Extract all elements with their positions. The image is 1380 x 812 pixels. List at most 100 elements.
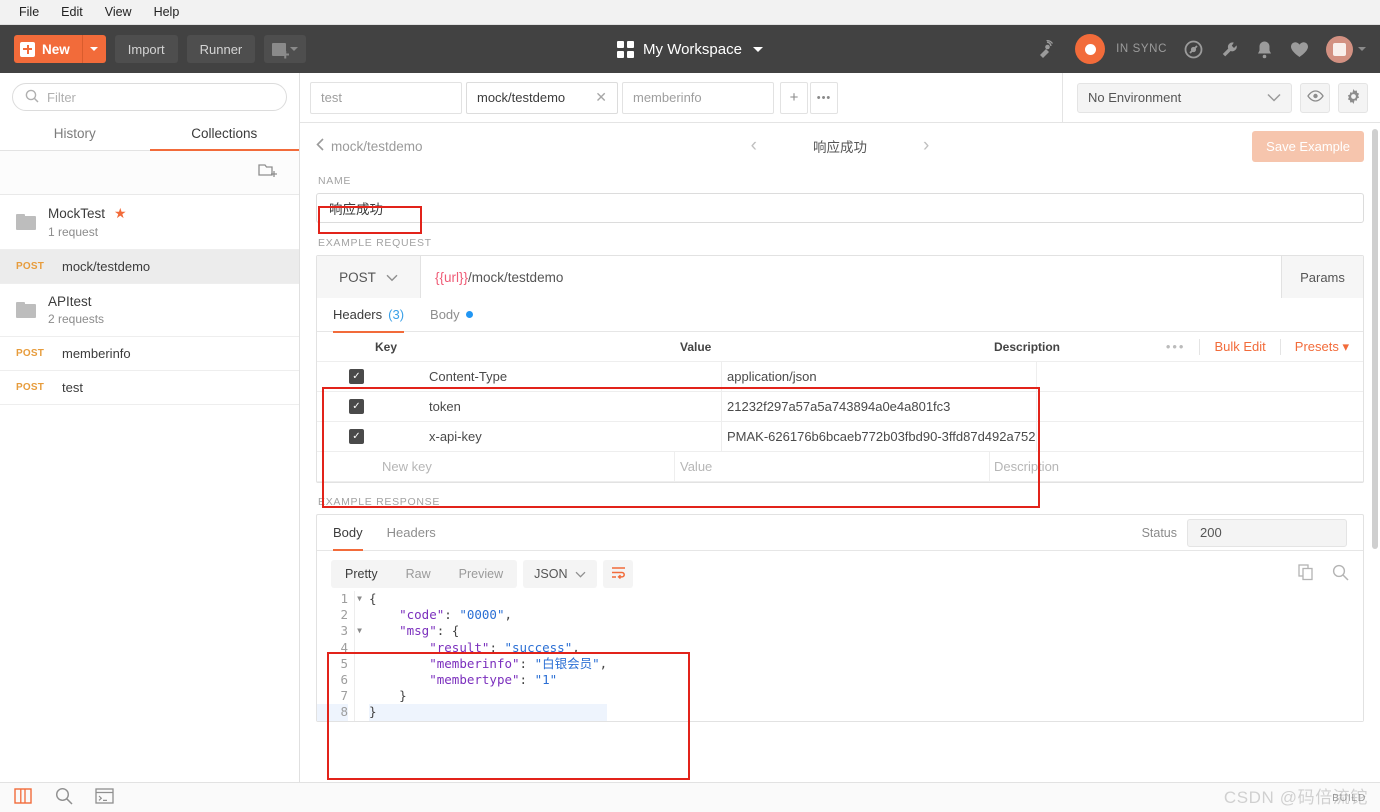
method-selector[interactable]: POST	[317, 256, 421, 298]
runner-button[interactable]: Runner	[186, 35, 256, 63]
new-header-key[interactable]: New key	[364, 451, 675, 482]
fold-icon[interactable]: ▼	[357, 623, 362, 639]
interceptor-icon[interactable]	[1184, 40, 1203, 59]
close-icon[interactable]: ✕	[595, 89, 607, 106]
import-button[interactable]: Import	[114, 35, 178, 63]
collection-apitest[interactable]: APItest 2 requests	[0, 284, 299, 337]
view-mode-pretty[interactable]: Pretty	[331, 560, 392, 588]
content-scrollbar[interactable]	[1372, 129, 1378, 549]
new-dropdown-caret[interactable]	[81, 35, 106, 63]
status-input[interactable]: 200	[1187, 518, 1347, 547]
star-icon[interactable]: ★	[114, 205, 127, 222]
tab-body-label: Body	[430, 307, 460, 322]
sidebar-tab-collections[interactable]: Collections	[149, 119, 300, 151]
settings-button[interactable]	[1338, 82, 1368, 113]
request-name: test	[62, 380, 83, 395]
new-header-value[interactable]: Value	[675, 451, 990, 482]
new-button[interactable]: New	[14, 35, 106, 63]
request-tab-mock-testdemo[interactable]: mock/testdemo ✕	[466, 81, 618, 114]
new-tab-button[interactable]: +	[780, 81, 808, 114]
line-number: 5	[340, 655, 348, 671]
header-value[interactable]: application/json	[722, 361, 1037, 392]
search-icon[interactable]	[55, 787, 73, 808]
request-tab-test[interactable]: test	[310, 81, 462, 114]
search-icon[interactable]	[1332, 564, 1349, 584]
sidebar: Filter History Collections MockTest ★ 1 …	[0, 73, 300, 782]
sidebar-item-memberinfo[interactable]: POST memberinfo	[0, 337, 299, 371]
wrap-lines-button[interactable]	[603, 560, 634, 588]
status-value: 200	[1200, 525, 1222, 540]
new-window-button[interactable]	[264, 35, 307, 63]
request-tab-memberinfo[interactable]: memberinfo	[622, 81, 774, 114]
tab-response-headers[interactable]: Headers	[387, 516, 436, 550]
table-row-new[interactable]: New key Value Description	[317, 451, 1363, 482]
next-example-button[interactable]: ›	[923, 135, 929, 157]
header-description[interactable]	[1037, 422, 1363, 452]
name-label: NAME	[318, 175, 352, 187]
back-to-request-link[interactable]: mock/testdemo	[316, 138, 423, 154]
sync-icon[interactable]	[1075, 34, 1106, 64]
wrench-icon[interactable]	[1220, 40, 1239, 59]
url-input[interactable]: {{url}}/mock/testdemo	[421, 256, 1281, 298]
avatar[interactable]	[1326, 35, 1353, 63]
header-description[interactable]	[1037, 362, 1363, 392]
headers-more-icon[interactable]: •••	[1166, 339, 1186, 354]
environment-quick-look-button[interactable]	[1300, 82, 1330, 113]
row-checkbox[interactable]: ✓	[349, 399, 364, 414]
header-key[interactable]: Content-Type	[411, 361, 722, 392]
row-checkbox[interactable]: ✓	[349, 369, 364, 384]
prev-example-button[interactable]: ‹	[751, 135, 757, 157]
view-mode-raw[interactable]: Raw	[392, 560, 445, 588]
environment-selector[interactable]: No Environment	[1077, 82, 1292, 113]
request-tab-bar: test mock/testdemo ✕ memberinfo + ••• No…	[300, 72, 1380, 123]
table-row[interactable]: ✓ x-api-key PMAK-626176b6bcaeb772b03fbd9…	[317, 421, 1363, 452]
url-row: POST {{url}}/mock/testdemo Params	[317, 256, 1363, 298]
sidebar-toolbar	[0, 151, 299, 195]
response-body-code[interactable]: 1 ▼ 2 3 ▼ 4 5 6 7 8 { "code": "0000", "msg…	[317, 591, 1363, 721]
menu-item-edit[interactable]: Edit	[50, 0, 94, 25]
headers-count: (3)	[388, 307, 405, 322]
row-checkbox[interactable]: ✓	[349, 429, 364, 444]
sidebar-tab-history[interactable]: History	[0, 119, 150, 150]
collection-mocktest[interactable]: MockTest ★ 1 request	[0, 195, 299, 250]
workspace-selector[interactable]: My Workspace	[540, 40, 840, 58]
fold-icon[interactable]: ▼	[357, 591, 362, 607]
copy-icon[interactable]	[1298, 564, 1314, 584]
params-button[interactable]: Params	[1281, 256, 1363, 298]
presets-button[interactable]: Presets ▾	[1295, 339, 1349, 355]
sidebar-toggle-icon[interactable]	[14, 788, 33, 807]
example-name-input[interactable]: 响应成功	[316, 193, 1364, 223]
menu-item-view[interactable]: View	[94, 0, 143, 25]
tab-body[interactable]: Body	[430, 298, 473, 332]
tab-response-body[interactable]: Body	[333, 516, 363, 551]
satellite-icon[interactable]	[1038, 40, 1058, 58]
view-mode-preview[interactable]: Preview	[445, 560, 517, 588]
code-text[interactable]: { "code": "0000", "msg": { "result": "su…	[355, 591, 608, 721]
headers-toolbar: Key Value Description ••• Bulk Edit Pres…	[317, 332, 1363, 362]
new-header-description[interactable]: Description	[990, 452, 1363, 482]
header-key[interactable]: x-api-key	[411, 421, 722, 452]
header-value[interactable]: PMAK-626176b6bcaeb772b03fbd90-3ffd87d492…	[722, 421, 1037, 452]
save-example-button[interactable]: Save Example	[1252, 130, 1364, 162]
sidebar-item-mock-testdemo[interactable]: POST mock/testdemo	[0, 250, 299, 284]
sidebar-item-test[interactable]: POST test	[0, 371, 299, 405]
header-description[interactable]	[1037, 392, 1363, 422]
format-selector[interactable]: JSON	[523, 560, 598, 588]
table-row[interactable]: ✓ Content-Type application/json	[317, 361, 1363, 392]
collection-name: MockTest	[48, 206, 106, 221]
table-row[interactable]: ✓ token 21232f297a57a5a743894a0e4a801fc3	[317, 391, 1363, 422]
tab-options-button[interactable]: •••	[810, 81, 838, 114]
header-key[interactable]: token	[411, 391, 722, 422]
filter-input[interactable]: Filter	[12, 83, 287, 111]
console-icon[interactable]	[95, 788, 114, 807]
status-bar: BUILD CSDN @码倍流铊	[0, 782, 1380, 812]
new-folder-icon[interactable]	[258, 162, 279, 183]
tab-headers[interactable]: Headers (3)	[333, 298, 405, 333]
menu-item-file[interactable]: File	[8, 0, 50, 25]
header-value[interactable]: 21232f297a57a5a743894a0e4a801fc3	[722, 391, 1037, 422]
menu-item-help[interactable]: Help	[143, 0, 191, 25]
bell-icon[interactable]	[1256, 40, 1273, 59]
heart-icon[interactable]	[1290, 41, 1309, 58]
bulk-edit-button[interactable]: Bulk Edit	[1214, 339, 1265, 354]
user-menu[interactable]	[1326, 35, 1366, 63]
